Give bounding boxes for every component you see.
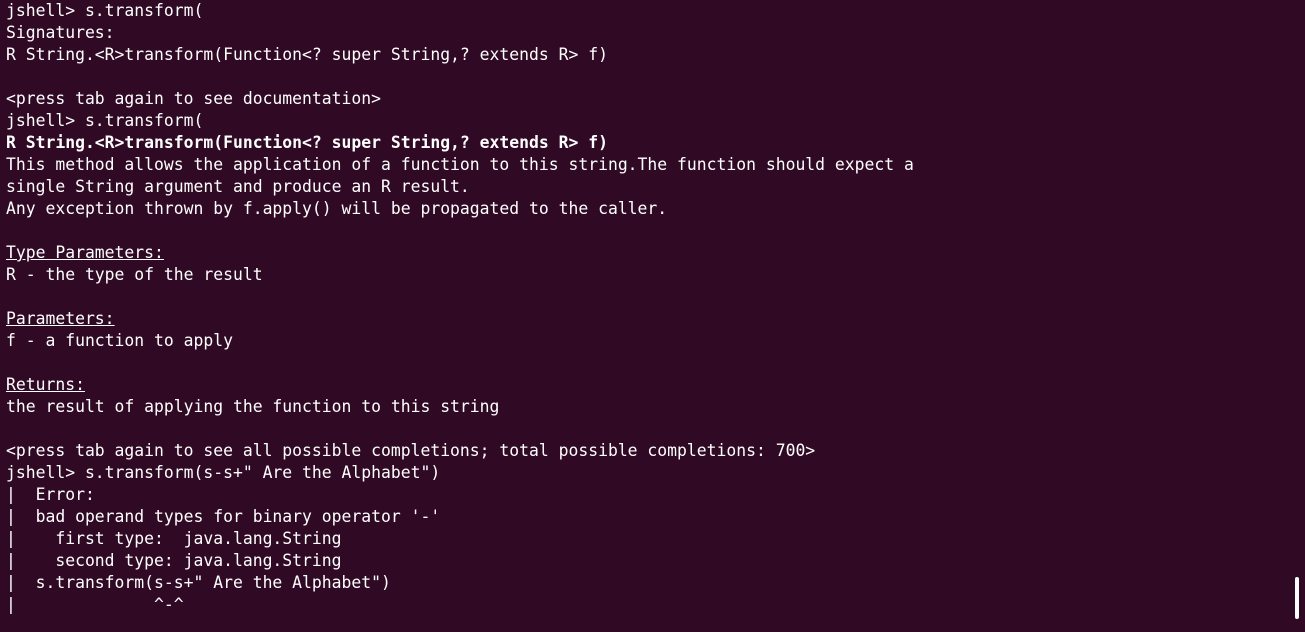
- parameter-description: f - a function to apply: [6, 331, 233, 350]
- error-line: | first type: java.lang.String: [6, 529, 342, 548]
- signatures-heading: Signatures:: [6, 23, 115, 42]
- error-line: | second type: java.lang.String: [6, 551, 342, 570]
- error-line: | bad operand types for binary operator …: [6, 507, 441, 526]
- parameters-heading: Parameters:: [6, 309, 115, 328]
- error-line: | s.transform(s-s+" Are the Alphabet"): [6, 573, 391, 592]
- terminal-window[interactable]: jshell> s.transform( Signatures: R Strin…: [0, 0, 1305, 632]
- doc-description-line: Any exception thrown by f.apply() will b…: [6, 199, 668, 218]
- returns-heading: Returns:: [6, 375, 85, 394]
- prompt-line: jshell> s.transform(s-s+" Are the Alphab…: [6, 463, 441, 482]
- prompt-line: jshell> s.transform(: [6, 111, 204, 130]
- type-parameters-heading: Type Parameters:: [6, 243, 164, 262]
- scrollbar-thumb[interactable]: [1295, 577, 1299, 619]
- signature-text: R String.<R>transform(Function<? super S…: [6, 45, 608, 64]
- doc-description-line: single String argument and produce an R …: [6, 177, 470, 196]
- method-signature-bold: R String.<R>transform(Function<? super S…: [6, 133, 608, 152]
- tab-hint-documentation: <press tab again to see documentation>: [6, 89, 381, 108]
- tab-hint-completions: <press tab again to see all possible com…: [6, 441, 816, 460]
- returns-description: the result of applying the function to t…: [6, 397, 500, 416]
- type-parameter-description: R - the type of the result: [6, 265, 263, 284]
- error-line: | ^-^: [6, 595, 184, 614]
- error-line: | Error:: [6, 485, 95, 504]
- doc-description-line: This method allows the application of a …: [6, 155, 914, 174]
- prompt-line: jshell> s.transform(: [6, 1, 204, 20]
